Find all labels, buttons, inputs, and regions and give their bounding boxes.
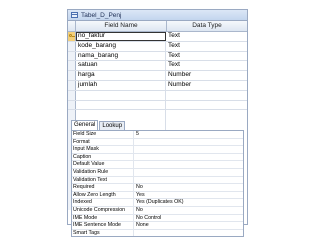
data-type-cell[interactable] <box>166 91 247 100</box>
property-value[interactable] <box>134 146 243 153</box>
property-row[interactable]: Validation Text <box>72 176 243 185</box>
field-row[interactable]: kode_barang Text <box>68 41 247 52</box>
field-row[interactable]: no_faktur Text <box>68 32 247 42</box>
data-type-cell[interactable]: Number <box>166 81 247 90</box>
field-row[interactable]: jumlah Number <box>68 80 247 91</box>
property-row[interactable]: Default Value <box>72 161 243 169</box>
property-value[interactable]: None <box>134 222 243 229</box>
field-name-cell[interactable]: satuan <box>76 61 166 71</box>
window-titlebar[interactable]: Tabel_D_Penj <box>68 10 247 21</box>
property-label: Field Size <box>72 131 134 138</box>
data-type-header: Data Type <box>192 22 222 29</box>
property-label: Smart Tags <box>72 229 134 237</box>
property-value[interactable] <box>134 154 243 161</box>
data-type-cell[interactable]: Text <box>166 42 247 51</box>
field-name-cell[interactable] <box>76 100 166 110</box>
property-label: Indexed <box>72 199 134 206</box>
property-row[interactable]: IME Mode No Control <box>72 214 243 223</box>
row-selector[interactable] <box>68 80 76 90</box>
tab-lookup[interactable]: Lookup <box>99 121 126 130</box>
window-title: Tabel_D_Penj <box>81 11 122 19</box>
tab-general[interactable]: General <box>71 120 99 130</box>
property-row[interactable]: Allow Zero Length Yes <box>72 191 243 200</box>
property-label: Allow Zero Length <box>72 191 134 199</box>
data-type-cell[interactable]: Text <box>166 61 247 70</box>
field-properties-pane: General Lookup Field Size 5 Format Input Mas… <box>71 120 244 238</box>
property-row[interactable]: Caption <box>72 153 243 162</box>
field-name-header: Field Name <box>76 21 167 31</box>
table-icon <box>71 12 78 18</box>
property-value[interactable]: Yes (Duplicates OK) <box>134 199 243 206</box>
field-name-cell[interactable]: no_faktur <box>76 32 166 41</box>
row-selector[interactable] <box>68 100 76 110</box>
property-label: Unicode Compression <box>72 206 134 214</box>
property-label: Validation Rule <box>72 168 134 176</box>
property-label: Default Value <box>72 161 134 168</box>
property-row[interactable]: Validation Rule <box>72 168 243 177</box>
properties-table: Field Size 5 Format Input Mask Caption Defaul… <box>71 130 244 238</box>
field-name-cell[interactable]: jumlah <box>76 80 166 90</box>
field-row[interactable]: harga Number <box>68 71 247 81</box>
property-label: Caption <box>72 153 134 161</box>
field-name-cell[interactable]: kode_barang <box>76 41 166 51</box>
property-row[interactable]: Input Mask <box>72 146 243 154</box>
row-selector[interactable] <box>68 71 76 80</box>
property-label: Input Mask <box>72 146 134 153</box>
property-label: Format <box>72 138 134 146</box>
field-row[interactable] <box>68 100 247 111</box>
property-value[interactable]: No <box>134 184 243 191</box>
row-selector[interactable] <box>68 32 76 41</box>
property-row[interactable]: Smart Tags <box>72 229 243 237</box>
property-label: IME Sentence Mode <box>72 222 134 229</box>
grid-header: Field Name Data Type <box>68 21 247 32</box>
property-row[interactable]: Unicode Compression No <box>72 206 243 215</box>
data-type-cell[interactable]: Text <box>166 32 247 41</box>
property-row[interactable]: Indexed Yes (Duplicates OK) <box>72 199 243 207</box>
property-label: IME Mode <box>72 214 134 222</box>
property-value[interactable] <box>134 230 243 237</box>
row-selector[interactable] <box>68 41 76 51</box>
field-row[interactable]: nama_barang Text <box>68 51 247 62</box>
primary-key-icon <box>69 34 75 37</box>
data-type-cell[interactable] <box>166 101 247 110</box>
field-row[interactable]: satuan Text <box>68 61 247 72</box>
property-value[interactable] <box>134 161 243 168</box>
property-value[interactable] <box>134 139 243 146</box>
property-value[interactable]: 5 <box>134 131 243 138</box>
property-value[interactable]: No Control <box>134 215 243 222</box>
property-value[interactable]: Yes <box>134 192 243 199</box>
property-label: Required <box>72 184 134 191</box>
property-row[interactable]: Format <box>72 138 243 147</box>
property-row[interactable]: Required No <box>72 184 243 192</box>
property-value[interactable]: No <box>134 207 243 214</box>
table-design-window: Tabel_D_Penj Field Name Data Type no_fak… <box>67 9 248 238</box>
row-selector-header[interactable] <box>68 21 76 31</box>
row-selector[interactable] <box>68 61 76 71</box>
field-name-cell[interactable]: nama_barang <box>76 51 166 61</box>
data-type-cell[interactable]: Text <box>166 52 247 61</box>
property-row[interactable]: IME Sentence Mode None <box>72 222 243 230</box>
property-row[interactable]: Field Size 5 <box>72 131 243 139</box>
data-type-cell[interactable]: Number <box>166 71 247 80</box>
property-label: Validation Text <box>72 176 134 184</box>
properties-tabs: General Lookup <box>71 120 244 130</box>
field-row[interactable] <box>68 90 247 101</box>
property-value[interactable] <box>134 169 243 176</box>
field-name-cell[interactable]: harga <box>76 71 166 80</box>
field-name-cell[interactable] <box>76 90 166 100</box>
row-selector[interactable] <box>68 90 76 100</box>
property-value[interactable] <box>134 177 243 184</box>
row-selector[interactable] <box>68 51 76 61</box>
